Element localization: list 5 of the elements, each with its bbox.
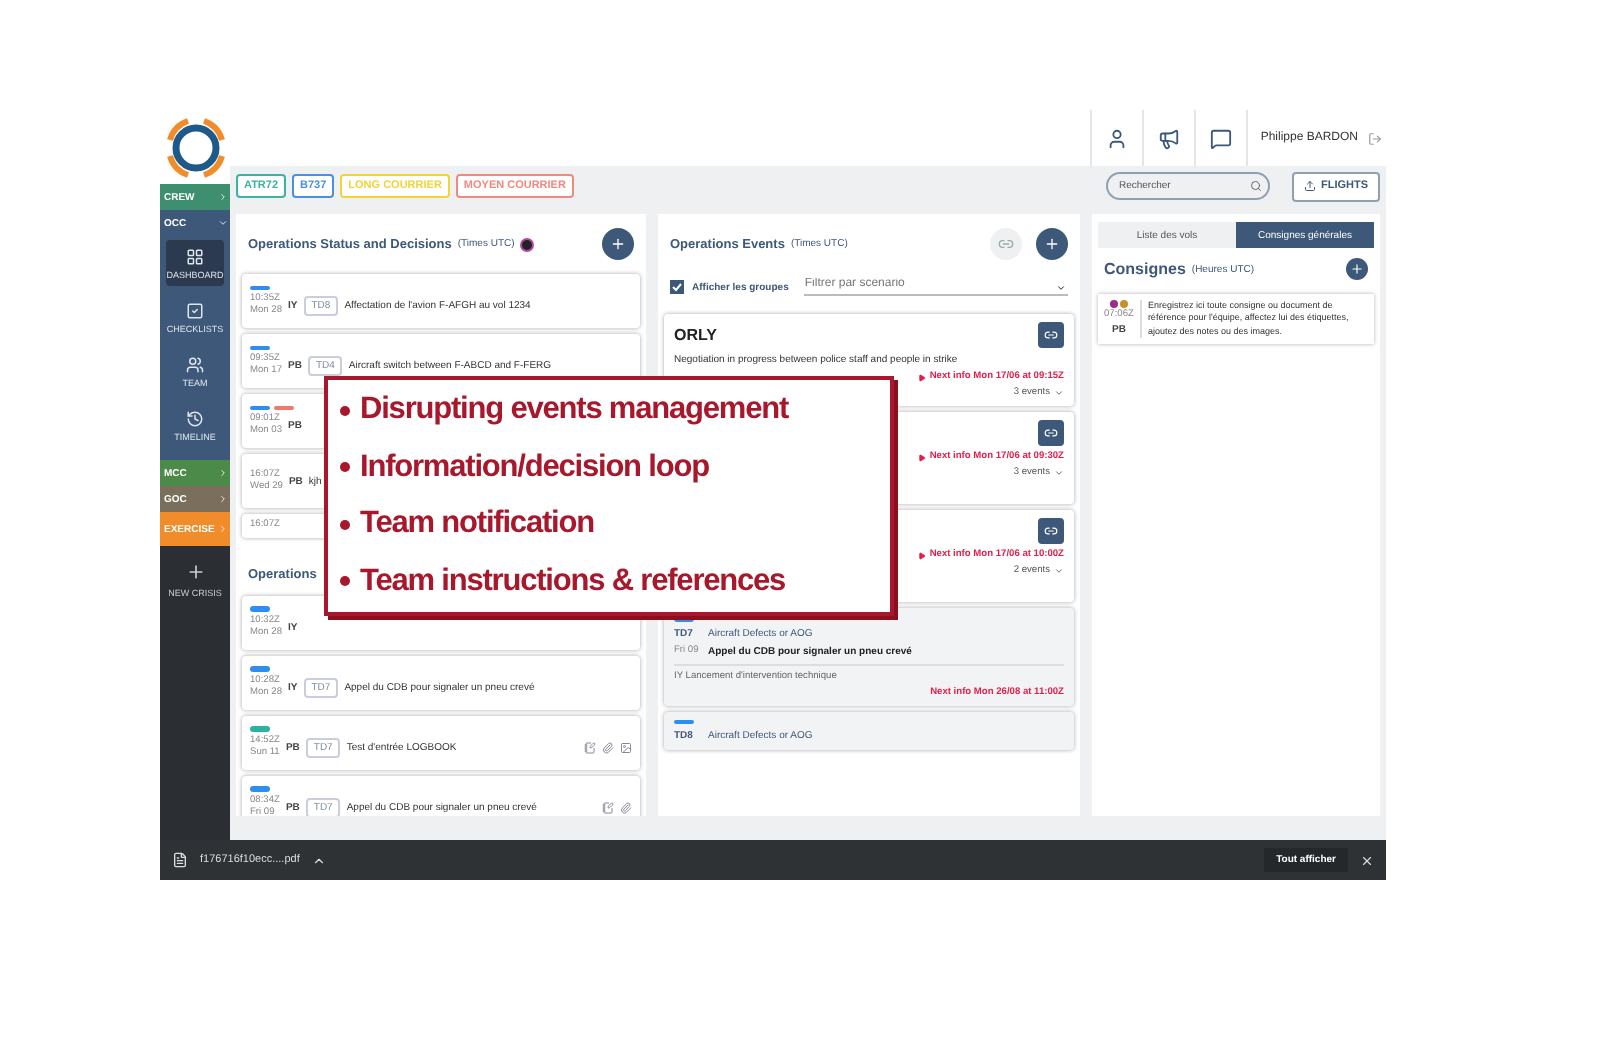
panel-title: Consignes [1104, 260, 1186, 278]
group-title: ORLY [674, 326, 717, 344]
callout-text: Team instructions & references [360, 563, 786, 600]
callout-text: Information/decision loop [360, 449, 709, 486]
callout-text: Team notification [360, 506, 594, 543]
